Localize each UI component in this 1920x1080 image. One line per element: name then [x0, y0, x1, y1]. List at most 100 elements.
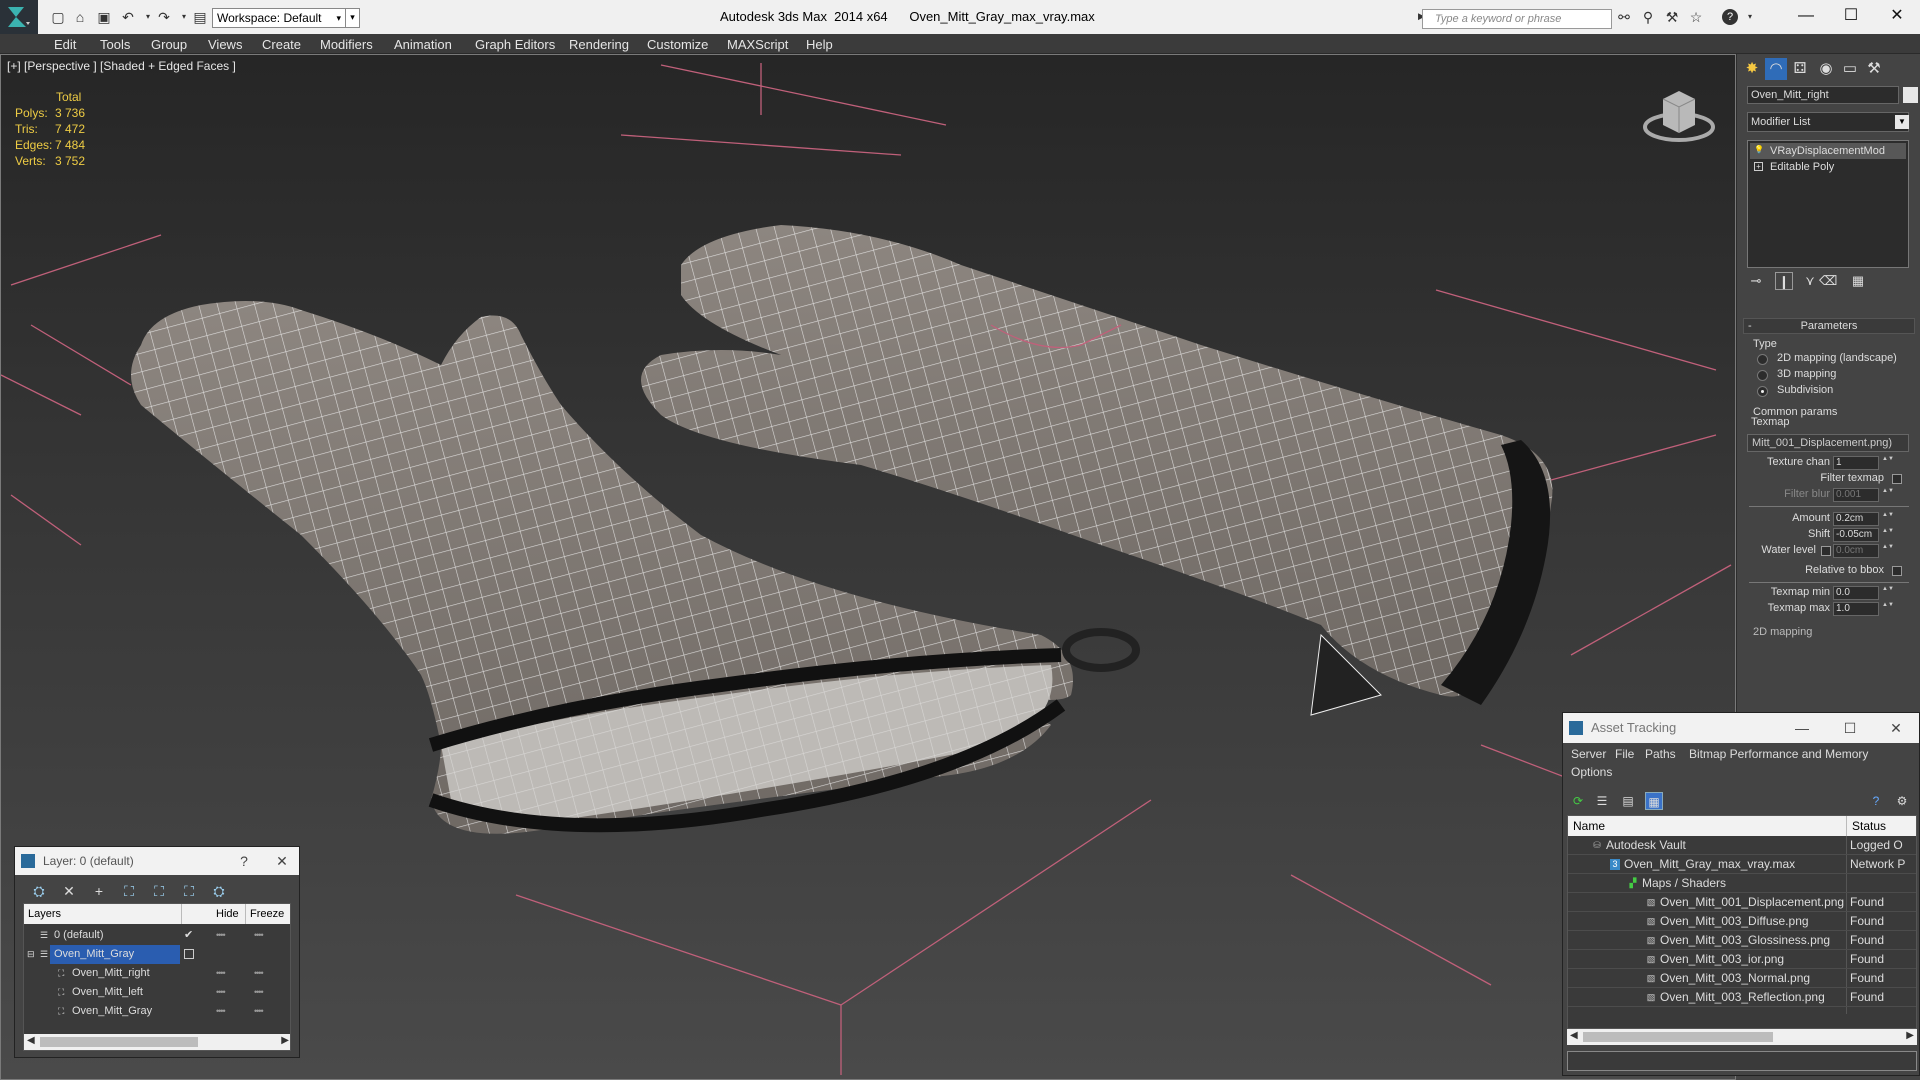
shift-field[interactable]: -0.05cm: [1833, 528, 1879, 542]
scroll-right-icon[interactable]: ▶: [281, 1035, 289, 1046]
lightbulb-icon[interactable]: 💡: [1754, 146, 1764, 155]
grid-view-icon[interactable]: ▦: [1645, 792, 1663, 810]
filter-blur-field[interactable]: 0.001: [1833, 488, 1879, 502]
parameters-rollout-header[interactable]: - Parameters: [1743, 318, 1915, 334]
hide-toggle[interactable]: ••••: [216, 926, 226, 945]
scroll-left-icon[interactable]: ◀: [27, 1035, 35, 1046]
freeze-toggle[interactable]: ••••: [254, 926, 264, 945]
table-row[interactable]: ▧ Oven_Mitt_001_Displacement.png Found: [1568, 893, 1916, 912]
column-header-hide[interactable]: Hide: [212, 904, 246, 924]
hide-toggle[interactable]: ••••: [216, 964, 226, 983]
redo-dropdown-icon[interactable]: ▾: [176, 9, 192, 25]
help-icon[interactable]: ?: [1722, 9, 1738, 25]
freeze-toggle[interactable]: ••••: [254, 983, 264, 1002]
current-layer-check-icon[interactable]: ✔: [184, 926, 193, 945]
menu-paths[interactable]: Paths: [1645, 747, 1676, 761]
viewcube[interactable]: [1643, 91, 1715, 142]
add-to-layer-icon[interactable]: +: [89, 881, 109, 901]
spinner-icon[interactable]: ▲▼: [1882, 528, 1894, 542]
search-input[interactable]: Type a keyword or phrase: [1422, 9, 1612, 29]
spinner-icon[interactable]: ▲▼: [1882, 456, 1894, 470]
layer-row[interactable]: ☰ 0 (default) ✔ •••• ••••: [24, 926, 290, 945]
maximize-button[interactable]: ☐: [1839, 717, 1861, 739]
menu-options[interactable]: Options: [1571, 765, 1612, 779]
menu-graph-editors[interactable]: Graph Editors: [475, 37, 555, 52]
texmap-max-field[interactable]: 1.0: [1833, 602, 1879, 616]
modifier-list-dropdown[interactable]: Modifier List: [1747, 112, 1909, 132]
select-layer-icon[interactable]: ⛶: [149, 881, 169, 901]
menu-create[interactable]: Create: [262, 37, 301, 52]
binoculars-icon[interactable]: ⚯: [1616, 9, 1632, 25]
table-row[interactable]: ▧ Oven_Mitt_003_ior.png Found: [1568, 950, 1916, 969]
texmap-button[interactable]: Mitt_001_Displacement.png): [1747, 434, 1909, 452]
new-file-icon[interactable]: ▢: [50, 9, 66, 25]
remove-modifier-icon[interactable]: ⌫: [1819, 272, 1837, 290]
hide-toggle[interactable]: ••••: [216, 1002, 226, 1021]
asset-tracking-title-bar[interactable]: Asset Tracking: [1563, 713, 1919, 743]
save-icon[interactable]: ▣: [96, 9, 112, 25]
table-row[interactable]: ▧ Oven_Mitt_003_Glossiness.png Found: [1568, 931, 1916, 950]
scroll-left-icon[interactable]: ◀: [1570, 1030, 1578, 1041]
stack-item-editable-poly[interactable]: + Editable Poly: [1750, 159, 1906, 175]
create-tab-icon[interactable]: ✸: [1741, 58, 1763, 80]
column-header-status[interactable]: Status: [1847, 816, 1916, 836]
sort-column-header[interactable]: [182, 904, 212, 924]
help-button[interactable]: ?: [233, 850, 255, 872]
display-tab-icon[interactable]: ▭: [1839, 58, 1861, 80]
delete-layer-icon[interactable]: ✕: [59, 881, 79, 901]
radio-3d-mapping[interactable]: [1757, 370, 1768, 381]
layer-row[interactable]: ⛶ Oven_Mitt_left •••• ••••: [24, 983, 290, 1002]
object-name-field[interactable]: Oven_Mitt_right: [1747, 86, 1899, 104]
water-level-checkbox[interactable]: [1821, 546, 1831, 556]
column-header-layers[interactable]: Layers: [24, 904, 182, 924]
column-header-freeze[interactable]: Freeze: [246, 904, 290, 924]
menu-modifiers[interactable]: Modifiers: [320, 37, 373, 52]
hide-all-layers-icon[interactable]: ⛭: [209, 881, 229, 901]
collapse-icon[interactable]: ⊟: [27, 949, 36, 959]
relative-bbox-checkbox[interactable]: [1892, 566, 1902, 576]
close-button[interactable]: ✕: [271, 850, 293, 872]
maximize-button[interactable]: ☐: [1840, 5, 1862, 27]
modify-tab-icon[interactable]: ◠: [1765, 58, 1787, 80]
spinner-icon[interactable]: ▲▼: [1882, 602, 1894, 616]
project-folder-icon[interactable]: ▤: [192, 9, 208, 25]
workspace-select[interactable]: Workspace: Default ▾: [212, 8, 360, 28]
radio-2d-landscape[interactable]: [1757, 354, 1768, 365]
make-unique-icon[interactable]: ⋎: [1801, 272, 1819, 290]
layer-row[interactable]: ⛶ Oven_Mitt_right •••• ••••: [24, 964, 290, 983]
amount-field[interactable]: 0.2cm: [1833, 512, 1879, 526]
spinner-icon[interactable]: ▲▼: [1882, 512, 1894, 526]
horizontal-scrollbar[interactable]: ◀ ▶: [1567, 1029, 1917, 1045]
help-icon[interactable]: ?: [1867, 792, 1885, 810]
viewport-label[interactable]: [+] [Perspective ] [Shaded + Edged Faces…: [7, 59, 236, 73]
scroll-right-icon[interactable]: ▶: [1906, 1030, 1914, 1041]
menu-help[interactable]: Help: [806, 37, 833, 52]
spinner-icon[interactable]: ▲▼: [1882, 544, 1894, 558]
table-row[interactable]: ⛁ Autodesk Vault Logged O: [1568, 836, 1916, 855]
workspace-dropdown-button[interactable]: ▾: [345, 8, 359, 28]
spinner-icon[interactable]: ▲▼: [1882, 488, 1894, 502]
communication-center-icon[interactable]: ⚒: [1664, 9, 1680, 25]
freeze-toggle[interactable]: ••••: [254, 964, 264, 983]
list-view-icon[interactable]: ☰: [1593, 792, 1611, 810]
set-current-checkbox[interactable]: [184, 949, 194, 959]
set-current-layer-icon[interactable]: ⛶: [179, 881, 199, 901]
layer-row[interactable]: ⛶ Oven_Mitt_Gray •••• ••••: [24, 1002, 290, 1021]
new-layer-icon[interactable]: ⛭: [29, 881, 49, 901]
water-level-field[interactable]: 0.0cm: [1833, 544, 1879, 558]
asset-path-field[interactable]: [1567, 1051, 1917, 1071]
menu-file[interactable]: File: [1615, 747, 1634, 761]
chevron-down-icon[interactable]: ▼: [1895, 115, 1909, 129]
menu-views[interactable]: Views: [208, 37, 242, 52]
column-header-name[interactable]: Name: [1568, 816, 1847, 836]
menu-server[interactable]: Server: [1571, 747, 1606, 761]
minimize-button[interactable]: —: [1791, 717, 1813, 739]
texture-chan-field[interactable]: 1: [1833, 456, 1879, 470]
app-logo-icon[interactable]: [0, 0, 38, 34]
menu-maxscript[interactable]: MAXScript: [727, 37, 788, 52]
motion-tab-icon[interactable]: ◉: [1815, 58, 1837, 80]
stack-item-vray-displacement[interactable]: 💡 VRayDisplacementMod: [1750, 143, 1906, 159]
show-end-result-icon[interactable]: ❙: [1775, 272, 1793, 290]
menu-tools[interactable]: Tools: [100, 37, 130, 52]
redo-icon[interactable]: ↷: [156, 9, 172, 25]
